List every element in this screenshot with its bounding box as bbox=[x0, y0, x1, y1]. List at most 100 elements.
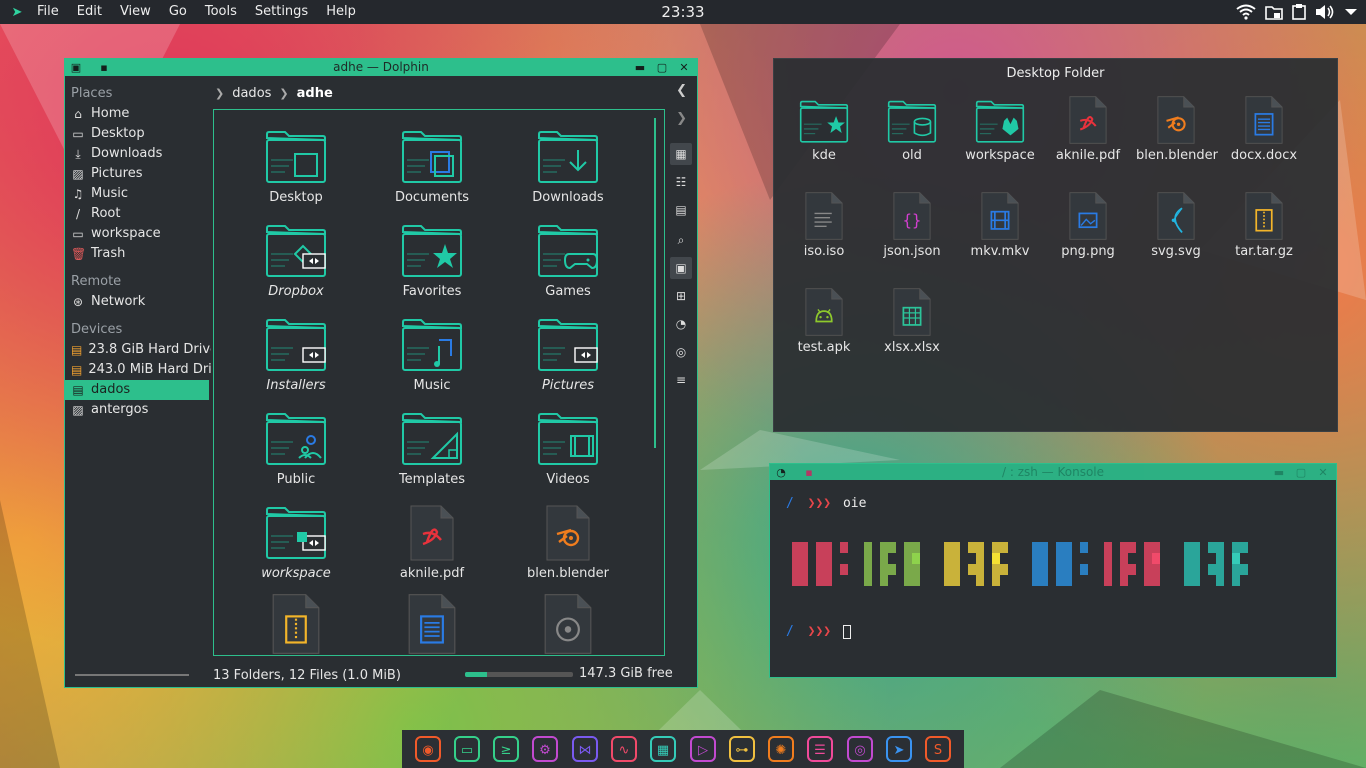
vscode-icon[interactable]: ⋈ bbox=[570, 734, 600, 764]
desktop-item[interactable]: kde bbox=[784, 91, 864, 163]
file-item[interactable]: workspace bbox=[228, 502, 364, 581]
place-root[interactable]: / Root bbox=[65, 204, 211, 224]
menu-go[interactable]: Go bbox=[160, 0, 196, 24]
desktop-item[interactable]: docx.docx bbox=[1224, 91, 1304, 163]
file-item[interactable]: Public bbox=[228, 408, 364, 487]
file-item[interactable]: Documents bbox=[364, 126, 500, 205]
hidden-files-icon[interactable]: ◎ bbox=[670, 341, 692, 363]
place-network[interactable]: ⊛ Network bbox=[65, 292, 211, 312]
device-dados[interactable]: ▤ dados bbox=[65, 380, 209, 400]
file-item[interactable]: Pictures bbox=[500, 314, 636, 393]
crumb-dados[interactable]: dados bbox=[232, 86, 271, 101]
file-item[interactable]: Videos bbox=[500, 408, 636, 487]
dolphin-titlebar[interactable]: ▣ ▪ adhe — Dolphin ▬ ▢ ✕ bbox=[65, 59, 697, 76]
desktop-item[interactable]: workspace bbox=[960, 91, 1040, 163]
maximize-icon[interactable]: ▢ bbox=[655, 59, 669, 76]
place-workspace[interactable]: ▭ workspace bbox=[65, 224, 211, 244]
file-item[interactable] bbox=[228, 592, 364, 655]
device-antergos[interactable]: ▨ antergos bbox=[65, 400, 211, 420]
sublime-icon[interactable]: S bbox=[923, 734, 953, 764]
file-item[interactable] bbox=[500, 592, 636, 655]
toggle-icon[interactable]: ⊶ bbox=[727, 734, 757, 764]
desktop-item[interactable]: iso.iso bbox=[784, 187, 864, 259]
icons-view-icon[interactable]: ▦ bbox=[670, 143, 692, 165]
app-launcher-icon[interactable]: ➤ bbox=[6, 5, 28, 20]
file-item[interactable]: Installers bbox=[228, 314, 364, 393]
file-item[interactable]: Favorites bbox=[364, 220, 500, 299]
menu-view[interactable]: View bbox=[111, 0, 160, 24]
menu-edit[interactable]: Edit bbox=[68, 0, 111, 24]
volume-icon[interactable] bbox=[1315, 4, 1335, 20]
monitor-icon[interactable]: ∿ bbox=[609, 734, 639, 764]
view-scrollbar[interactable] bbox=[654, 118, 656, 448]
device-hard-drive-2[interactable]: ▤ 243.0 MiB Hard Drive bbox=[65, 360, 211, 380]
wifi-icon[interactable] bbox=[1236, 4, 1256, 20]
desktop-item[interactable]: xlsx.xlsx bbox=[872, 283, 952, 355]
steam-icon[interactable]: ✺ bbox=[766, 734, 796, 764]
split-view-icon[interactable]: ⊞ bbox=[670, 285, 692, 307]
desktop-item[interactable]: svg.svg bbox=[1136, 187, 1216, 259]
color-picker-icon[interactable]: ◎ bbox=[845, 734, 875, 764]
place-music[interactable]: ♫ Music bbox=[65, 184, 211, 204]
firefox-icon[interactable]: ◉ bbox=[413, 734, 443, 764]
vault-icon[interactable] bbox=[1265, 4, 1283, 20]
file-item[interactable] bbox=[364, 592, 500, 655]
desktop-item-label: aknile.pdf bbox=[1055, 148, 1121, 163]
place-pictures[interactable]: ▨ Pictures bbox=[65, 164, 211, 184]
telegram-icon[interactable]: ➤ bbox=[884, 734, 914, 764]
chevron-left-icon[interactable]: ❮ bbox=[676, 83, 687, 98]
maximize-icon[interactable]: ▢ bbox=[1294, 464, 1308, 481]
file-item[interactable]: Dropbox bbox=[228, 220, 364, 299]
files-icon[interactable]: ▭ bbox=[452, 734, 482, 764]
sidebar-scrollbar[interactable] bbox=[75, 674, 189, 676]
menu-settings[interactable]: Settings bbox=[246, 0, 317, 24]
terminal-panel-icon[interactable]: ◔ bbox=[670, 313, 692, 335]
search-icon[interactable]: ⌕ bbox=[670, 229, 692, 251]
file-item[interactable]: Templates bbox=[364, 408, 500, 487]
compact-view-icon[interactable]: ☷ bbox=[670, 171, 692, 193]
preview-icon[interactable]: ▣ bbox=[670, 257, 692, 279]
file-item[interactable]: Games bbox=[500, 220, 636, 299]
folder-icon bbox=[228, 408, 364, 468]
file-item[interactable]: Music bbox=[364, 314, 500, 393]
place-downloads[interactable]: ⤓ Downloads bbox=[65, 144, 211, 164]
chevron-down-icon[interactable] bbox=[1344, 4, 1358, 20]
place-desktop[interactable]: ▭ Desktop bbox=[65, 124, 211, 144]
file-item[interactable]: blen.blender bbox=[500, 502, 636, 581]
place-home[interactable]: ⌂ Home bbox=[65, 104, 211, 124]
minimize-icon[interactable]: ▬ bbox=[1272, 464, 1286, 481]
place-trash[interactable]: 🗑 Trash bbox=[65, 244, 211, 264]
file-item[interactable]: Desktop bbox=[228, 126, 364, 205]
menu-help[interactable]: Help bbox=[317, 0, 365, 24]
minimize-icon[interactable]: ▬ bbox=[633, 59, 647, 76]
file-label: Favorites bbox=[402, 284, 462, 299]
menu-tools[interactable]: Tools bbox=[196, 0, 246, 24]
desktop-item[interactable]: {} json.json bbox=[872, 187, 952, 259]
desktop-item[interactable]: mkv.mkv bbox=[960, 187, 1040, 259]
desktop-item[interactable]: test.apk bbox=[784, 283, 864, 355]
terminal-icon[interactable]: ≥ bbox=[491, 734, 521, 764]
menu-file[interactable]: File bbox=[28, 0, 68, 24]
clipboard-icon[interactable] bbox=[1292, 4, 1306, 20]
desktop-item[interactable]: tar.tar.gz bbox=[1224, 187, 1304, 259]
details-view-icon[interactable]: ▤ bbox=[670, 199, 692, 221]
crumb-current[interactable]: adhe bbox=[297, 86, 333, 101]
hamburger-menu-icon[interactable]: ≡ bbox=[670, 369, 692, 391]
chevron-right-icon[interactable]: ❯ bbox=[676, 111, 687, 126]
close-icon[interactable]: ✕ bbox=[677, 59, 691, 76]
desktop-item[interactable]: png.png bbox=[1048, 187, 1128, 259]
system-monitor-icon[interactable]: ▦ bbox=[648, 734, 678, 764]
desktop-item[interactable]: old bbox=[872, 91, 952, 163]
device-hard-drive-1[interactable]: ▤ 23.8 GiB Hard Drive bbox=[65, 340, 211, 360]
player-icon[interactable]: ▷ bbox=[688, 734, 718, 764]
file-item[interactable]: aknile.pdf bbox=[364, 502, 500, 581]
text-editor-icon[interactable]: ☰ bbox=[805, 734, 835, 764]
settings-icon[interactable]: ⚙ bbox=[530, 734, 560, 764]
status-bar: 13 Folders, 12 Files (1.0 MiB) 147.3 GiB… bbox=[213, 665, 673, 685]
file-view[interactable]: Desktop Documents Downloads Dropbox Favo… bbox=[213, 109, 665, 656]
konsole-titlebar[interactable]: ◔ ▪ / : zsh — Konsole ▬ ▢ ✕ bbox=[770, 464, 1336, 480]
file-item[interactable]: Downloads bbox=[500, 126, 636, 205]
close-icon[interactable]: ✕ bbox=[1316, 464, 1330, 481]
desktop-item[interactable]: blen.blender bbox=[1136, 91, 1218, 163]
desktop-item[interactable]: aknile.pdf bbox=[1048, 91, 1128, 163]
